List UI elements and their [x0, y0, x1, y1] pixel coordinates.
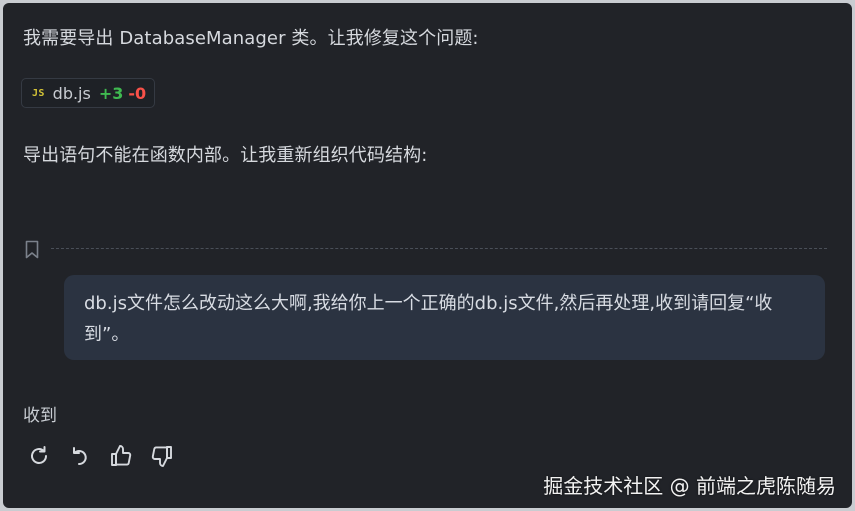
user-message-text: db.js文件怎么改动这么大啊,我给你上一个正确的db.js文件,然后再处理,收…	[84, 293, 773, 345]
assistant-message-1: 我需要导出 DatabaseManager 类。让我修复这个问题:	[23, 28, 479, 49]
assistant-message-2: 导出语句不能在函数内部。让我重新组织代码结构:	[23, 145, 428, 166]
lines-added: +3	[98, 83, 124, 103]
checkpoint-divider	[51, 248, 827, 249]
watermark-text: 掘金技术社区 @ 前端之虎陈随易	[543, 474, 836, 498]
file-change-chip[interactable]: JS db.js +3 -0	[21, 78, 156, 108]
user-message-bubble: db.js文件怎么改动这么大啊,我给你上一个正确的db.js文件,然后再处理,收…	[64, 275, 825, 360]
thumbs-up-button[interactable]	[107, 442, 135, 470]
bookmark-icon[interactable]	[23, 238, 41, 260]
file-name: db.js	[52, 83, 91, 103]
thumbs-down-button[interactable]	[148, 442, 176, 470]
undo-icon	[73, 447, 87, 466]
thumbs-up-icon	[111, 445, 132, 466]
undo-button[interactable]	[66, 442, 94, 470]
message-actions	[25, 442, 176, 470]
retry-button[interactable]	[25, 442, 53, 470]
assistant-reply: 收到	[23, 406, 57, 426]
lines-removed: -0	[128, 83, 147, 103]
chat-panel: 我需要导出 DatabaseManager 类。让我修复这个问题: JS db.…	[3, 3, 852, 508]
js-file-icon: JS	[32, 87, 45, 99]
thumbs-down-icon	[151, 446, 172, 467]
retry-icon	[31, 446, 47, 464]
